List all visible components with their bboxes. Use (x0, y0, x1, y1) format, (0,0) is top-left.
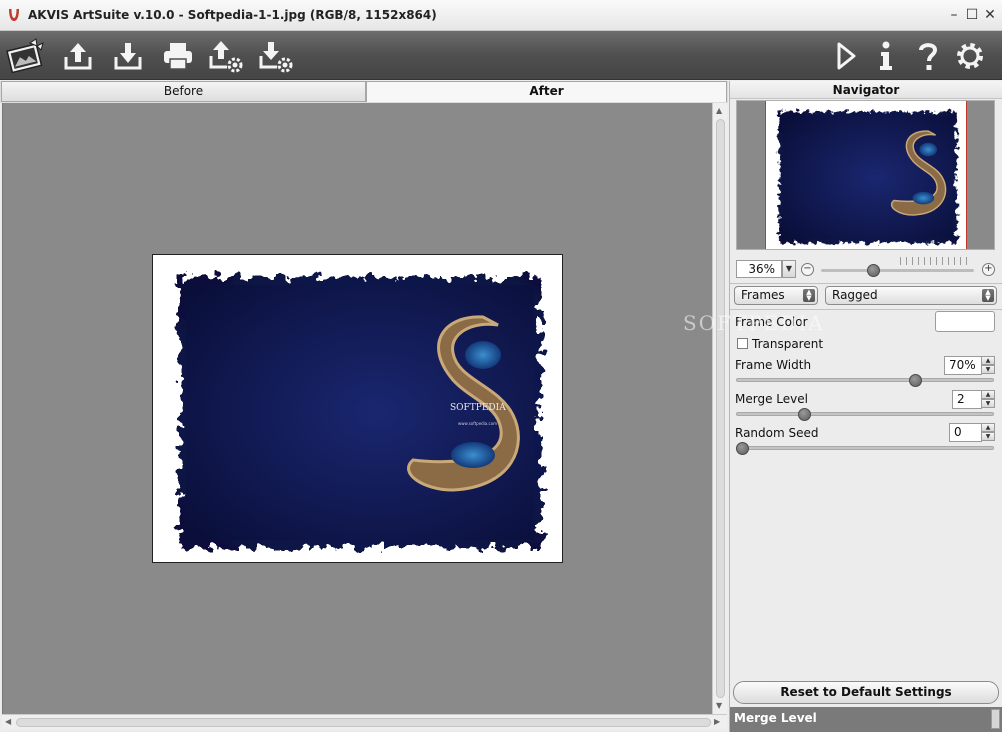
zoom-ticks (900, 257, 972, 265)
reset-defaults-button[interactable]: Reset to Default Settings (733, 681, 999, 704)
navigator-preview[interactable] (736, 100, 995, 250)
divider (730, 309, 1002, 310)
hint-title: Merge Level (734, 711, 817, 725)
merge-level-spinner[interactable]: ▲ ▼ (981, 390, 995, 409)
style-dropdown[interactable]: Ragged ▲ ▼ (825, 286, 997, 305)
settings-panel: Navigator 36% ▼ − + Frames ▲ ▼ Ragged ▲ ▼ … (729, 81, 1002, 732)
divider (730, 283, 1002, 284)
zoom-slider[interactable] (821, 269, 974, 272)
processed-image: SOFTPEDIA www.softpedia.com (152, 254, 563, 563)
maximize-button[interactable]: ☐ (963, 6, 981, 24)
navigator-title: Navigator (730, 81, 1002, 99)
category-dropdown-value: Frames (741, 288, 785, 302)
horizontal-scroll-thumb[interactable] (16, 718, 711, 727)
window-title: AKVIS ArtSuite v.10.0 - Softpedia-1-1.jp… (28, 8, 437, 22)
hint-panel: Merge Level (730, 707, 1002, 732)
random-seed-input[interactable]: 0 (949, 423, 982, 442)
style-dropdown-value: Ragged (832, 288, 878, 302)
transparent-label: Transparent (752, 337, 824, 351)
transparent-checkbox[interactable] (737, 338, 748, 349)
image-sub-text: www.softpedia.com (458, 421, 497, 426)
print-icon (164, 43, 192, 70)
main-toolbar (0, 31, 1002, 80)
title-bar: AKVIS ArtSuite v.10.0 - Softpedia-1-1.jp… (0, 0, 1002, 31)
zoom-in-icon[interactable]: + (982, 263, 995, 276)
import-settings-icon (209, 41, 243, 73)
merge-level-input[interactable]: 2 (952, 390, 982, 409)
run-button[interactable] (826, 37, 866, 75)
save-download-icon (114, 43, 142, 70)
frame-width-slider[interactable] (736, 378, 994, 382)
random-seed-slider-knob[interactable] (736, 442, 749, 455)
frame-width-spinner[interactable]: ▲ ▼ (981, 356, 995, 375)
frame-width-input[interactable]: 70% (944, 356, 982, 375)
photo-gift-button[interactable] (2, 37, 48, 75)
import-settings-button[interactable] (206, 37, 246, 75)
image-canvas[interactable]: SOFTPEDIA www.softpedia.com (2, 103, 712, 714)
settings-button[interactable] (950, 37, 990, 75)
merge-level-label: Merge Level (735, 392, 808, 406)
print-button[interactable] (158, 37, 198, 75)
zoom-slider-knob[interactable] (867, 264, 880, 277)
tab-before[interactable]: Before (1, 81, 366, 102)
navigator-thumbnail[interactable] (765, 101, 967, 249)
close-button[interactable]: ✕ (981, 6, 999, 24)
export-settings-icon (259, 42, 293, 73)
vertical-scrollbar[interactable]: ▲ ▼ (712, 103, 727, 714)
help-button[interactable] (908, 37, 948, 75)
settings-gear-icon (957, 43, 983, 69)
vertical-scroll-thumb[interactable] (716, 119, 725, 698)
zoom-input[interactable]: 36% (736, 260, 782, 278)
open-button[interactable] (58, 37, 98, 75)
image-watermark-text: SOFTPEDIA (450, 403, 506, 413)
info-icon (880, 41, 892, 70)
minimize-button[interactable]: – (945, 6, 963, 24)
zoom-out-icon[interactable]: − (801, 263, 814, 276)
help-icon (919, 43, 938, 70)
zoom-dropdown-button[interactable]: ▼ (782, 260, 796, 278)
horizontal-scrollbar[interactable]: ◀ ▶ (2, 714, 727, 729)
dropdown-arrows-icon: ▲ ▼ (803, 289, 815, 302)
chevron-down-icon: ▼ (785, 264, 793, 273)
akvis-logo-icon (9, 9, 19, 21)
navigator-thumbnail-image (766, 101, 966, 249)
frame-color-label: Frame Color (735, 315, 808, 329)
random-seed-spinner[interactable]: ▲ ▼ (981, 423, 995, 442)
info-button[interactable] (866, 37, 906, 75)
hint-scrollbar[interactable] (991, 709, 1000, 729)
frame-width-slider-knob[interactable] (909, 374, 922, 387)
random-seed-label: Random Seed (735, 426, 819, 440)
frame-width-label: Frame Width (735, 358, 812, 372)
dropdown-arrows-icon: ▲ ▼ (982, 289, 994, 302)
photo-gift-icon (6, 38, 44, 74)
ragged-frame-photo: SOFTPEDIA www.softpedia.com (153, 255, 562, 562)
tab-after[interactable]: After (366, 81, 727, 102)
view-tabs: Before After (0, 81, 728, 103)
category-dropdown[interactable]: Frames ▲ ▼ (734, 286, 818, 305)
merge-level-slider[interactable] (736, 412, 994, 416)
export-settings-button[interactable] (256, 37, 296, 75)
merge-level-slider-knob[interactable] (798, 408, 811, 421)
random-seed-slider[interactable] (736, 446, 994, 450)
run-icon (837, 42, 856, 70)
open-upload-icon (64, 43, 92, 70)
save-button[interactable] (108, 37, 148, 75)
frame-color-swatch[interactable] (935, 311, 995, 332)
